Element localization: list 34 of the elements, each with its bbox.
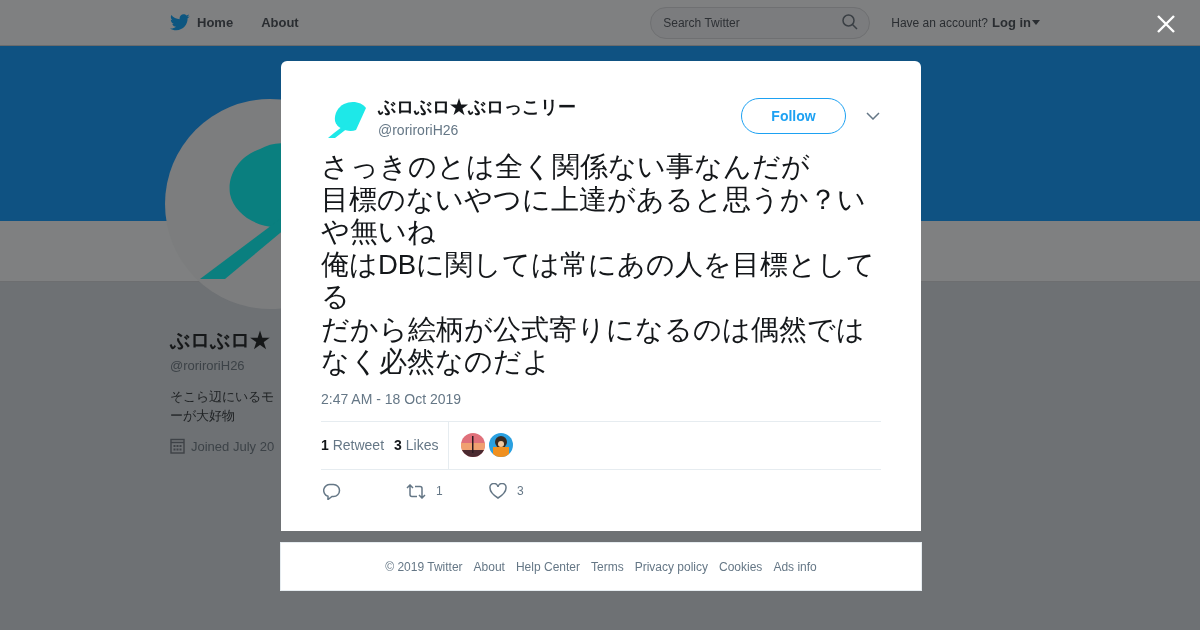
chevron-down-icon[interactable] [866, 112, 880, 120]
retweet-icon[interactable] [406, 483, 426, 499]
caret-icon[interactable] [1032, 20, 1040, 25]
nav-link[interactable]: Home [197, 15, 234, 30]
tweet-text: だから絵柄が公式寄りになるのは偶然ではなく必然なのだよ [321, 313, 866, 379]
login-link[interactable]: Log in [992, 15, 1040, 30]
footer-link[interactable]: About [473, 559, 505, 574]
footer-link[interactable]: © 2019 Twitter [385, 559, 463, 574]
profile-bio: そこら辺にいるモ ーが大好物 [170, 388, 274, 425]
follow-button[interactable]: Follow [741, 98, 846, 134]
action-count: 1 [436, 484, 443, 498]
heart-icon[interactable] [489, 483, 507, 499]
footer-link[interactable]: Cookies [719, 559, 763, 574]
stat-link[interactable]: 1 Retweet [321, 437, 385, 453]
tweet-timestamp[interactable]: 2:47 AM - 18 Oct 2019 [321, 390, 881, 407]
close-icon[interactable] [1157, 15, 1175, 33]
account-prompt: Have an account? [891, 15, 988, 30]
action-count: 3 [517, 484, 524, 498]
calendar-icon [170, 438, 185, 454]
search-icon[interactable] [842, 13, 859, 30]
footer-link[interactable]: Privacy policy [634, 559, 708, 574]
display-name[interactable]: ぶロぶロ★ぶロっこリー [378, 94, 741, 119]
search-field[interactable]: Search Twitter [650, 6, 871, 39]
tweet-text: 俺はDBに関しては常にあの人を目標としてる [321, 248, 877, 314]
footer-link[interactable]: Help Center [515, 559, 580, 574]
footer-link[interactable]: Ads info [773, 559, 817, 574]
reply-icon[interactable] [323, 482, 341, 500]
stat-link[interactable]: 3 Likes [394, 437, 439, 453]
tweet-text: さっきのとは全く関係ない事なんだが [321, 151, 811, 184]
user-handle[interactable]: @roriroriH26 [378, 121, 741, 138]
nav-link[interactable]: About [261, 15, 299, 30]
profile-name: ぶロぶロ★ [170, 328, 270, 353]
tweet-text: 目標のないやつに上達があると思うか？いや無いね [321, 183, 867, 249]
footer-link[interactable]: Terms [591, 559, 624, 574]
